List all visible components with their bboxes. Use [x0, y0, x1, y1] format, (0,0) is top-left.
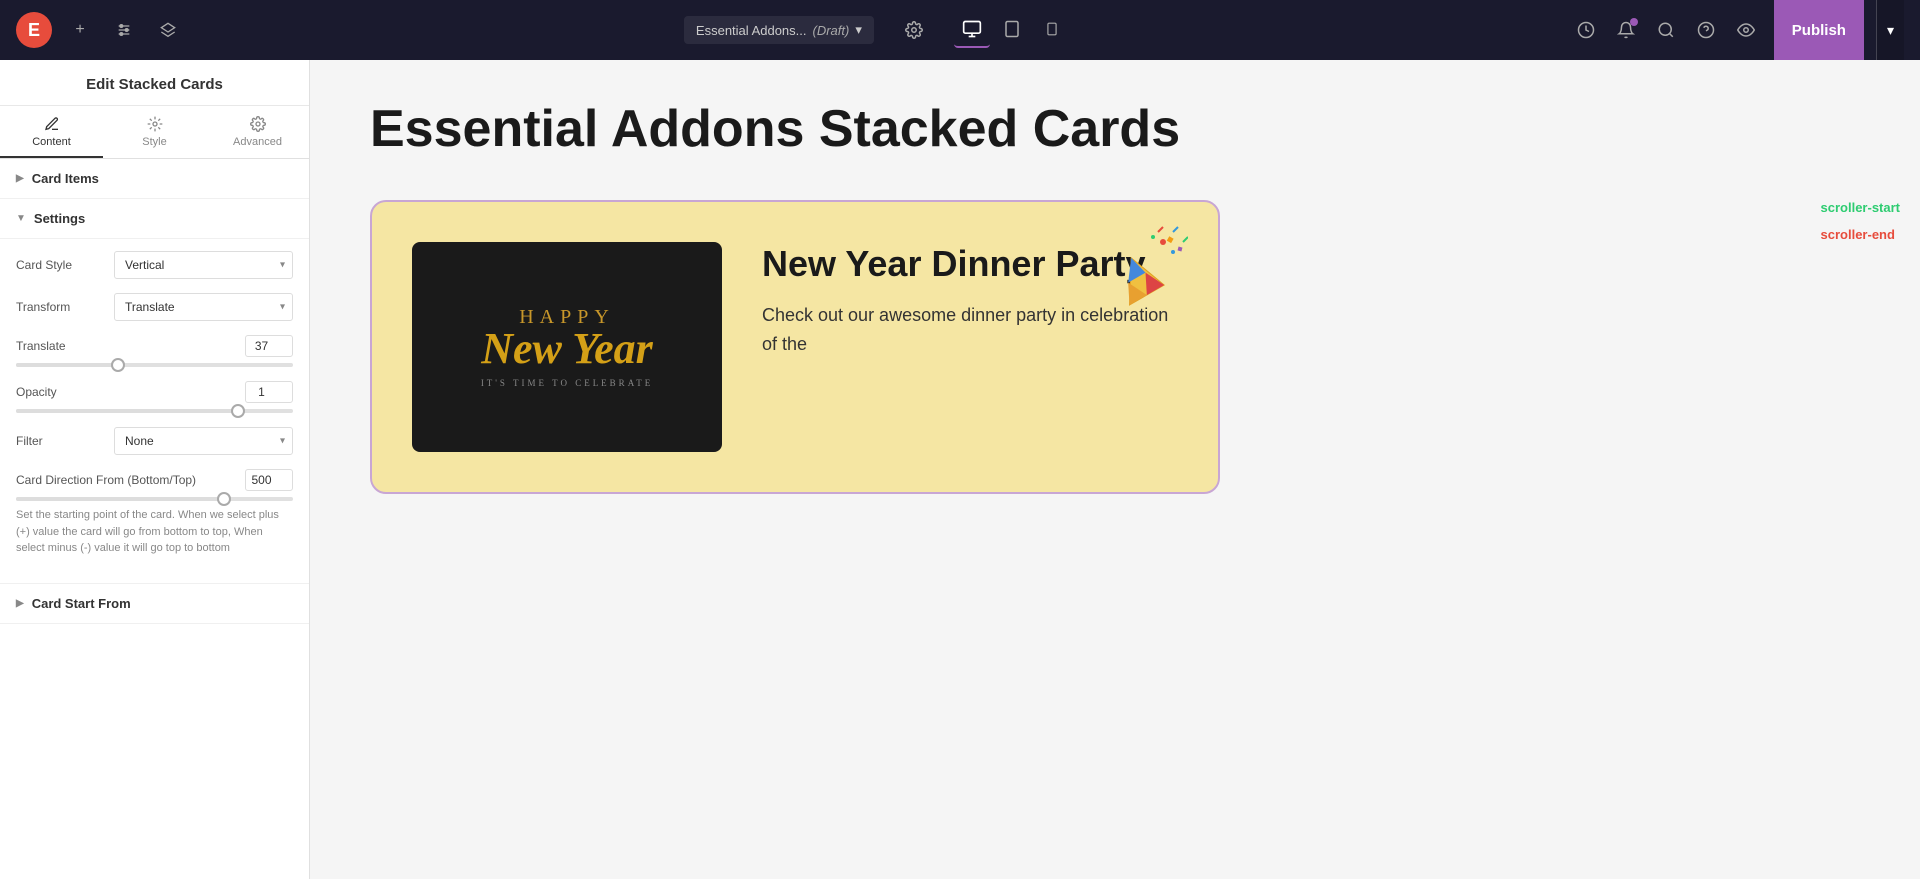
chevron-down-icon: ▾: [855, 22, 862, 38]
card-start-arrow-icon: ▶: [16, 598, 24, 609]
card-items-label: Card Items: [32, 171, 99, 186]
opacity-slider-fill: [16, 409, 238, 413]
tablet-icon: [1003, 19, 1021, 39]
customize-icon: [116, 22, 132, 38]
card-items-arrow-icon: ▶: [16, 173, 24, 184]
translate-value-input[interactable]: [245, 335, 293, 357]
style-tab-icon: [147, 116, 163, 132]
card-direction-slider-row: Card Direction From (Bottom/Top) Set the…: [16, 469, 293, 557]
card-image-content: HAPPY New Year IT'S TIME TO CELEBRATE: [481, 306, 653, 388]
mobile-device-button[interactable]: [1034, 12, 1070, 48]
transform-row: Transform Translate Scale Rotate None ▾: [16, 293, 293, 321]
settings-arrow-icon: ▼: [16, 213, 26, 224]
page-title-text: Essential Addons...: [696, 23, 807, 38]
card-style-row: Card Style Vertical Horizontal ▾: [16, 251, 293, 279]
translate-label: Translate: [16, 339, 245, 353]
publish-dropdown-button[interactable]: ▾: [1876, 0, 1904, 60]
notifications-button[interactable]: [1610, 14, 1642, 46]
search-icon: [1657, 21, 1675, 39]
filter-select-wrap: None Blur Grayscale Brightness ▾: [114, 427, 293, 455]
eye-icon: [1737, 21, 1755, 39]
help-button[interactable]: [1690, 14, 1722, 46]
card-direction-value-input[interactable]: [245, 469, 293, 491]
translate-slider-fill: [16, 363, 118, 367]
filter-select[interactable]: None Blur Grayscale Brightness: [114, 427, 293, 455]
page-title-button[interactable]: Essential Addons... (Draft) ▾: [684, 16, 874, 44]
help-icon: [1697, 21, 1715, 39]
card-items-section-header[interactable]: ▶ Card Items: [0, 159, 309, 199]
filter-label: Filter: [16, 434, 106, 448]
new-year-text: New Year: [481, 329, 653, 370]
opacity-label: Opacity: [16, 385, 245, 399]
transform-select[interactable]: Translate Scale Rotate None: [114, 293, 293, 321]
settings-section-content: Card Style Vertical Horizontal ▾ Transfo…: [0, 239, 309, 584]
card-style-select[interactable]: Vertical Horizontal: [114, 251, 293, 279]
settings-gear-icon: [905, 21, 923, 39]
device-switcher: [954, 12, 1070, 48]
card-direction-slider-fill: [16, 497, 224, 501]
scroller-start-label[interactable]: scroller-start: [1821, 200, 1900, 215]
topbar-center: Essential Addons... (Draft) ▾: [196, 12, 1558, 48]
elementor-logo[interactable]: E: [16, 12, 52, 48]
publish-button[interactable]: Publish: [1774, 0, 1864, 60]
card-start-from-section-header[interactable]: ▶ Card Start From: [0, 584, 309, 624]
history-icon: [1577, 21, 1595, 39]
filter-row: Filter None Blur Grayscale Brightness ▾: [16, 427, 293, 455]
card-direction-slider-thumb[interactable]: [217, 492, 231, 506]
translate-slider-thumb[interactable]: [111, 358, 125, 372]
card-direction-help-text: Set the starting point of the card. When…: [16, 507, 293, 557]
publish-chevron-icon: ▾: [1887, 22, 1894, 39]
panel-tabs: Content Style Advanced: [0, 106, 309, 159]
content-tab-icon: [44, 116, 60, 132]
desktop-icon: [962, 19, 982, 39]
topbar-right: [1570, 14, 1762, 46]
translate-slider-track[interactable]: [16, 363, 293, 367]
translate-slider-row: Translate: [16, 335, 293, 367]
left-panel: Edit Stacked Cards Content Style Advance…: [0, 60, 310, 879]
main-layout: Edit Stacked Cards Content Style Advance…: [0, 60, 1920, 879]
settings-section-header[interactable]: ▼ Settings: [0, 199, 309, 239]
tablet-device-button[interactable]: [994, 12, 1030, 48]
preview-button[interactable]: [1730, 14, 1762, 46]
card-direction-label: Card Direction From (Bottom/Top): [16, 473, 245, 487]
history-button[interactable]: [1570, 14, 1602, 46]
tab-advanced[interactable]: Advanced: [206, 106, 309, 158]
mobile-icon: [1045, 19, 1059, 39]
desktop-device-button[interactable]: [954, 12, 990, 48]
layers-icon: [160, 22, 176, 38]
customize-button[interactable]: [108, 14, 140, 46]
settings-label: Settings: [34, 211, 85, 226]
canvas-area: Essential Addons Stacked Cards: [310, 60, 1920, 879]
transform-select-wrap: Translate Scale Rotate None ▾: [114, 293, 293, 321]
stacked-card[interactable]: HAPPY New Year IT'S TIME TO CELEBRATE Ne…: [370, 200, 1220, 494]
scroller-labels: scroller-start scroller-end: [1821, 200, 1900, 242]
opacity-slider-thumb[interactable]: [231, 404, 245, 418]
transform-label: Transform: [16, 300, 106, 314]
card-style-select-wrap: Vertical Horizontal ▾: [114, 251, 293, 279]
advanced-tab-icon: [250, 116, 266, 132]
draft-label: (Draft): [813, 23, 850, 38]
scroller-end-label[interactable]: scroller-end: [1821, 227, 1900, 242]
card-image: HAPPY New Year IT'S TIME TO CELEBRATE: [412, 242, 722, 452]
search-button[interactable]: [1650, 14, 1682, 46]
panel-header: Edit Stacked Cards: [0, 60, 309, 106]
notification-badge: [1630, 18, 1638, 26]
card-direction-slider-track[interactable]: [16, 497, 293, 501]
card-style-label: Card Style: [16, 258, 106, 272]
topbar: E + Essential Addons... (Draft) ▾: [0, 0, 1920, 60]
opacity-slider-track[interactable]: [16, 409, 293, 413]
tab-style[interactable]: Style: [103, 106, 206, 158]
page-settings-button[interactable]: [898, 14, 930, 46]
party-icon: [1108, 222, 1188, 327]
layers-button[interactable]: [152, 14, 184, 46]
card-start-label: Card Start From: [32, 596, 131, 611]
opacity-value-input[interactable]: [245, 381, 293, 403]
add-element-button[interactable]: +: [64, 14, 96, 46]
celebrate-text: IT'S TIME TO CELEBRATE: [481, 378, 653, 388]
tab-content[interactable]: Content: [0, 106, 103, 158]
canvas-page-title: Essential Addons Stacked Cards: [370, 100, 1860, 160]
opacity-slider-row: Opacity: [16, 381, 293, 413]
